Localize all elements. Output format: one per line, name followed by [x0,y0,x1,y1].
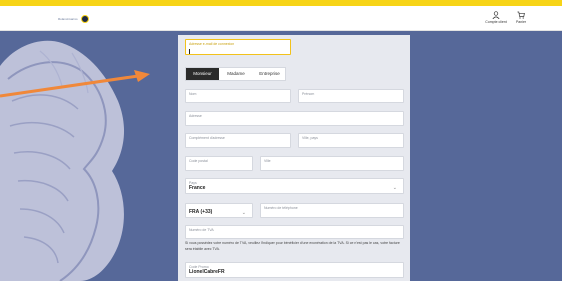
extra-address-field[interactable]: Ville, pays [298,133,404,148]
site-header: Roland-Garros Compte client Panier [0,6,562,31]
phone-prefix-value: FRA (+33) [189,209,213,215]
zip-field[interactable]: Code postal [185,156,253,171]
address2-label: Complément d'adresse [189,136,225,140]
address-field[interactable]: Adresse [185,111,404,126]
cart-label: Panier [515,20,527,24]
name-label: Nom [189,92,197,96]
city-label: Ville [264,159,271,163]
country-value: France [189,185,206,191]
annotation-arrow [0,70,150,98]
account-label: Compte client [485,20,507,24]
civility-tabs: Monsieur Madame Entreprise [185,67,286,81]
name-field[interactable]: Nom [185,89,291,103]
chevron-down-icon: ⌄ [241,210,246,216]
tva-note-text: Si vous possédez votre numéro de TVA, ve… [185,241,400,251]
firstname-field[interactable]: Prénom [298,89,404,103]
logo-emblem-icon [81,15,89,23]
cart-icon [517,11,525,19]
account-button[interactable]: Compte client [483,11,509,24]
address-label: Adresse [189,114,202,118]
tva-label: Numéro de TVA [189,228,214,232]
text-cursor [189,49,190,54]
phone-label: Numéro de téléphone [264,206,298,210]
user-icon [492,11,500,19]
phone-field[interactable]: Numéro de téléphone [260,203,404,218]
tab-monsieur[interactable]: Monsieur [186,68,219,80]
promo-code-field[interactable]: Code Promo LionelCabreFR [185,262,404,278]
email-label: Adresse e-mail de connexion [189,42,235,46]
chevron-down-icon: ⌄ [392,185,397,191]
phone-prefix-select[interactable]: FRA (+33) ⌄ [185,203,253,218]
email-field[interactable]: Adresse e-mail de connexion [185,39,291,55]
cart-button[interactable]: Panier [508,11,534,24]
logo-text: Roland-Garros [58,17,78,21]
tva-field[interactable]: Numéro de TVA [185,225,404,239]
address2-field[interactable]: Complément d'adresse [185,133,291,148]
country-select[interactable]: Pays France ⌄ [185,178,404,194]
tab-entreprise[interactable]: Entreprise [253,68,286,80]
tab-madame[interactable]: Madame [219,68,253,80]
extra-address-label: Ville, pays [302,136,318,140]
promo-code-value: LionelCabreFR [189,269,225,275]
site-logo[interactable]: Roland-Garros [58,15,92,23]
city-field[interactable]: Ville [260,156,404,171]
firstname-label: Prénom [302,92,315,96]
zip-label: Code postal [189,159,208,163]
